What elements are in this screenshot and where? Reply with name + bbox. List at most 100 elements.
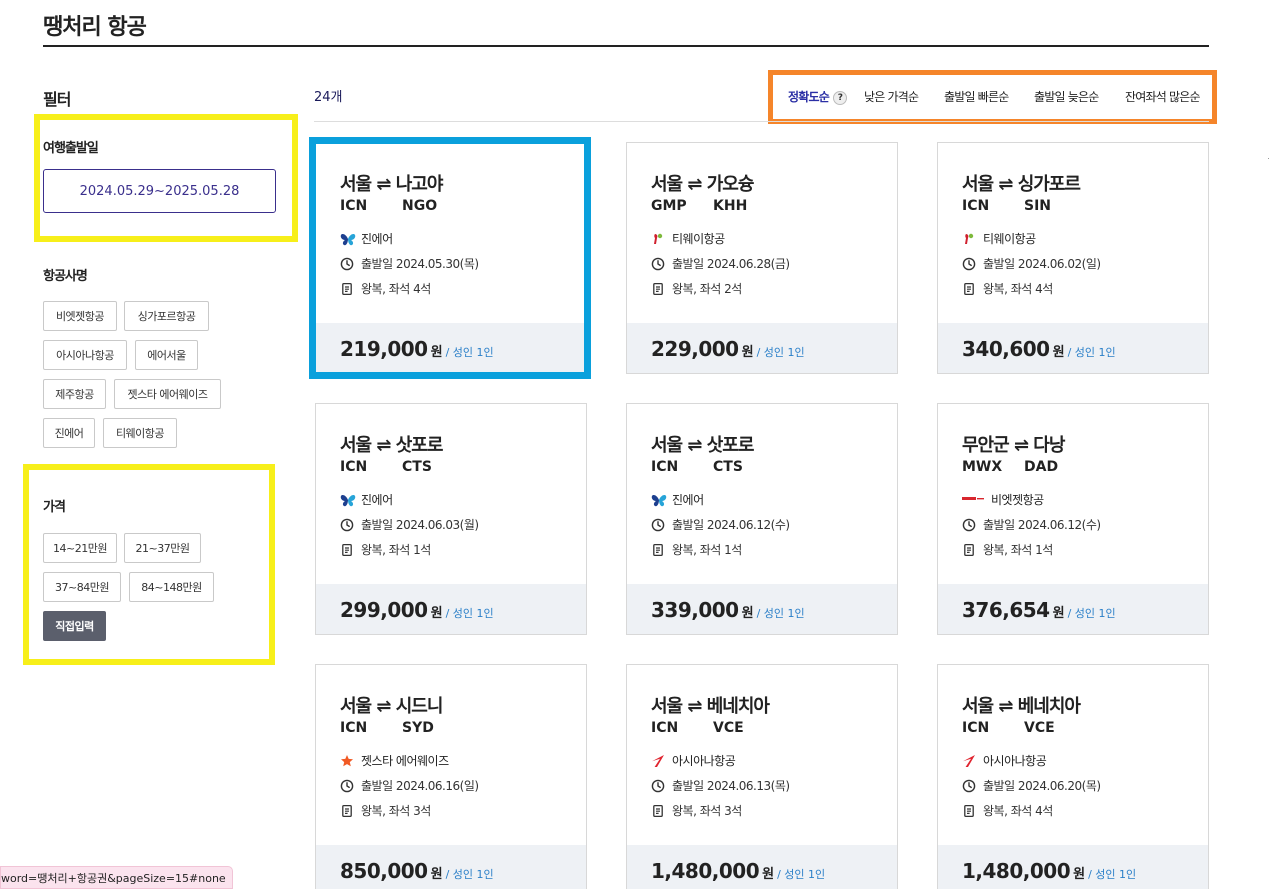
document-icon bbox=[962, 282, 976, 296]
destination-code: VCE bbox=[713, 720, 744, 736]
airline-name: 티웨이항공 bbox=[672, 232, 725, 246]
airline-name: 진에어 bbox=[672, 493, 704, 507]
origin-code: GMP bbox=[651, 198, 687, 214]
departure-date-text: 출발일 2024.06.20(목) bbox=[983, 779, 1101, 793]
price-amount: 1,480,000 bbox=[651, 859, 760, 883]
airline-chip-tway[interactable]: 티웨이항공 bbox=[103, 418, 177, 448]
route-title: 무안군 ⇌ 다낭 bbox=[962, 435, 1065, 456]
price-chip-21-37[interactable]: 21~37만원 bbox=[124, 533, 201, 563]
flight-card[interactable]: 서울 ⇌ 시드니 ICN SYD 젯스타 에어웨이즈 출발일 2024.06.1… bbox=[315, 664, 587, 889]
seat-info: 왕복, 좌석 3석 bbox=[340, 802, 431, 819]
seat-info-text: 왕복, 좌석 1석 bbox=[361, 543, 431, 557]
date-filter-title: 여행출발일 bbox=[43, 141, 99, 156]
scrollbar-mark bbox=[1268, 158, 1269, 159]
asiana-icon bbox=[651, 754, 665, 768]
help-icon[interactable]: ? bbox=[832, 90, 847, 105]
date-range-button[interactable]: 2024.05.29~2025.05.28 bbox=[43, 169, 276, 213]
flight-card[interactable]: 서울 ⇌ 베네치아 ICN VCE 아시아나항공 출발일 2024.06.20(… bbox=[937, 664, 1209, 889]
departure-date: 출발일 2024.06.12(수) bbox=[962, 516, 1101, 533]
document-icon bbox=[962, 804, 976, 818]
star-icon bbox=[340, 754, 354, 768]
departure-date-text: 출발일 2024.06.16(일) bbox=[361, 779, 479, 793]
flight-card[interactable]: 서울 ⇌ 싱가포르 ICN SIN 티웨이항공 출발일 2024.06.02(일… bbox=[937, 142, 1209, 374]
seat-info-text: 왕복, 좌석 3석 bbox=[361, 804, 431, 818]
destination-code: DAD bbox=[1024, 459, 1059, 475]
seat-info: 왕복, 좌석 1석 bbox=[340, 541, 431, 558]
price-band: 850,000 원 / 성인 1인 bbox=[316, 845, 586, 889]
airline-name: 젯스타 에어웨이즈 bbox=[361, 754, 449, 768]
price-per-person: / 성인 1인 bbox=[756, 607, 805, 620]
status-url: word=땡처리+항공권&pageSize=15#none bbox=[0, 866, 233, 889]
price-chip-14-21[interactable]: 14~21만원 bbox=[43, 533, 117, 563]
seat-info-text: 왕복, 좌석 4석 bbox=[983, 282, 1053, 296]
document-icon bbox=[651, 804, 665, 818]
price-band: 339,000 원 / 성인 1인 bbox=[627, 584, 897, 634]
clock-icon bbox=[651, 257, 665, 271]
airline-chip-jinair[interactable]: 진에어 bbox=[43, 418, 95, 448]
document-icon bbox=[340, 543, 354, 557]
departure-date: 출발일 2024.06.03(월) bbox=[340, 516, 479, 533]
price-per-person: / 성인 1인 bbox=[1088, 868, 1137, 881]
clock-icon bbox=[651, 518, 665, 532]
flight-card[interactable]: 무안군 ⇌ 다낭 MWX DAD 비엣젯항공 출발일 2024.06.12(수)… bbox=[937, 403, 1209, 635]
flight-card[interactable]: 서울 ⇌ 삿포로 ICN CTS 진에어 출발일 2024.06.12(수) 왕… bbox=[626, 403, 898, 635]
destination-code: KHH bbox=[713, 198, 748, 214]
price-chip-37-84[interactable]: 37~84만원 bbox=[43, 572, 121, 602]
price: 339,000 원 / 성인 1인 bbox=[651, 598, 805, 622]
page-title: 땡처리 항공 bbox=[43, 15, 147, 40]
seat-info-text: 왕복, 좌석 1석 bbox=[983, 543, 1053, 557]
sort-latest-departure[interactable]: 출발일 늦은순 bbox=[1034, 88, 1099, 105]
origin-code: ICN bbox=[651, 459, 679, 475]
price-per-person: / 성인 1인 bbox=[756, 346, 805, 359]
document-icon bbox=[962, 543, 976, 557]
airline-chip-singapore[interactable]: 싱가포르항공 bbox=[124, 301, 209, 331]
sort-accuracy[interactable]: 정확도순? bbox=[788, 88, 847, 105]
price: 340,600 원 / 성인 1인 bbox=[962, 337, 1116, 361]
results-divider bbox=[314, 121, 1209, 122]
route-title: 서울 ⇌ 싱가포르 bbox=[962, 174, 1081, 195]
destination-code: SYD bbox=[402, 720, 434, 736]
sort-earliest-departure[interactable]: 출발일 빠른순 bbox=[944, 88, 1009, 105]
airline-chip-jeju[interactable]: 제주항공 bbox=[43, 379, 106, 409]
price-chip-84-148[interactable]: 84~148만원 bbox=[129, 572, 214, 602]
destination-code: CTS bbox=[402, 459, 432, 475]
airline-chip-asiana[interactable]: 아시아나항공 bbox=[43, 340, 127, 370]
airline-chip-airseoul[interactable]: 에어서울 bbox=[135, 340, 198, 370]
airline-chip-jetstar[interactable]: 젯스타 에어웨이즈 bbox=[114, 379, 221, 409]
price-unit: 원 bbox=[762, 867, 775, 882]
route-title: 서울 ⇌ 베네치아 bbox=[651, 696, 770, 717]
sort-low-price[interactable]: 낮은 가격순 bbox=[864, 88, 919, 105]
airline-chip-vietjet[interactable]: 비엣젯항공 bbox=[43, 301, 117, 331]
price-band: 1,480,000 원 / 성인 1인 bbox=[627, 845, 897, 889]
flight-card[interactable]: 서울 ⇌ 가오슝 GMP KHH 티웨이항공 출발일 2024.06.28(금)… bbox=[626, 142, 898, 374]
title-divider bbox=[43, 45, 1209, 47]
document-icon bbox=[340, 804, 354, 818]
clock-icon bbox=[962, 518, 976, 532]
sort-most-seats[interactable]: 잔여좌석 많은순 bbox=[1125, 88, 1200, 105]
airline: 진에어 bbox=[651, 491, 704, 508]
departure-date-text: 출발일 2024.06.03(월) bbox=[361, 518, 479, 532]
price-amount: 850,000 bbox=[340, 859, 428, 883]
price: 299,000 원 / 성인 1인 bbox=[340, 598, 494, 622]
result-count: 24개 bbox=[314, 90, 343, 105]
seat-info: 왕복, 좌석 2석 bbox=[651, 280, 742, 297]
seat-info: 왕복, 좌석 1석 bbox=[651, 541, 742, 558]
flight-card[interactable]: 서울 ⇌ 삿포로 ICN CTS 진에어 출발일 2024.06.03(월) 왕… bbox=[315, 403, 587, 635]
clock-icon bbox=[962, 779, 976, 793]
airline-filter-title: 항공사명 bbox=[43, 269, 88, 284]
departure-date: 출발일 2024.06.28(금) bbox=[651, 255, 790, 272]
price-unit: 원 bbox=[741, 606, 754, 621]
route-title: 서울 ⇌ 삿포로 bbox=[651, 435, 754, 456]
seat-info-text: 왕복, 좌석 4석 bbox=[983, 804, 1053, 818]
origin-code: ICN bbox=[651, 720, 679, 736]
price-per-person: / 성인 1인 bbox=[445, 607, 494, 620]
airline: 진에어 bbox=[340, 491, 393, 508]
price-per-person: / 성인 1인 bbox=[1067, 607, 1116, 620]
flight-card[interactable]: 서울 ⇌ 베네치아 ICN VCE 아시아나항공 출발일 2024.06.13(… bbox=[626, 664, 898, 889]
destination-code: CTS bbox=[713, 459, 743, 475]
price-amount: 1,480,000 bbox=[962, 859, 1071, 883]
price-custom-input-button[interactable]: 직접입력 bbox=[43, 611, 106, 641]
price: 1,480,000 원 / 성인 1인 bbox=[962, 859, 1136, 883]
departure-date-text: 출발일 2024.06.12(수) bbox=[672, 518, 790, 532]
departure-date: 출발일 2024.06.13(목) bbox=[651, 777, 790, 794]
